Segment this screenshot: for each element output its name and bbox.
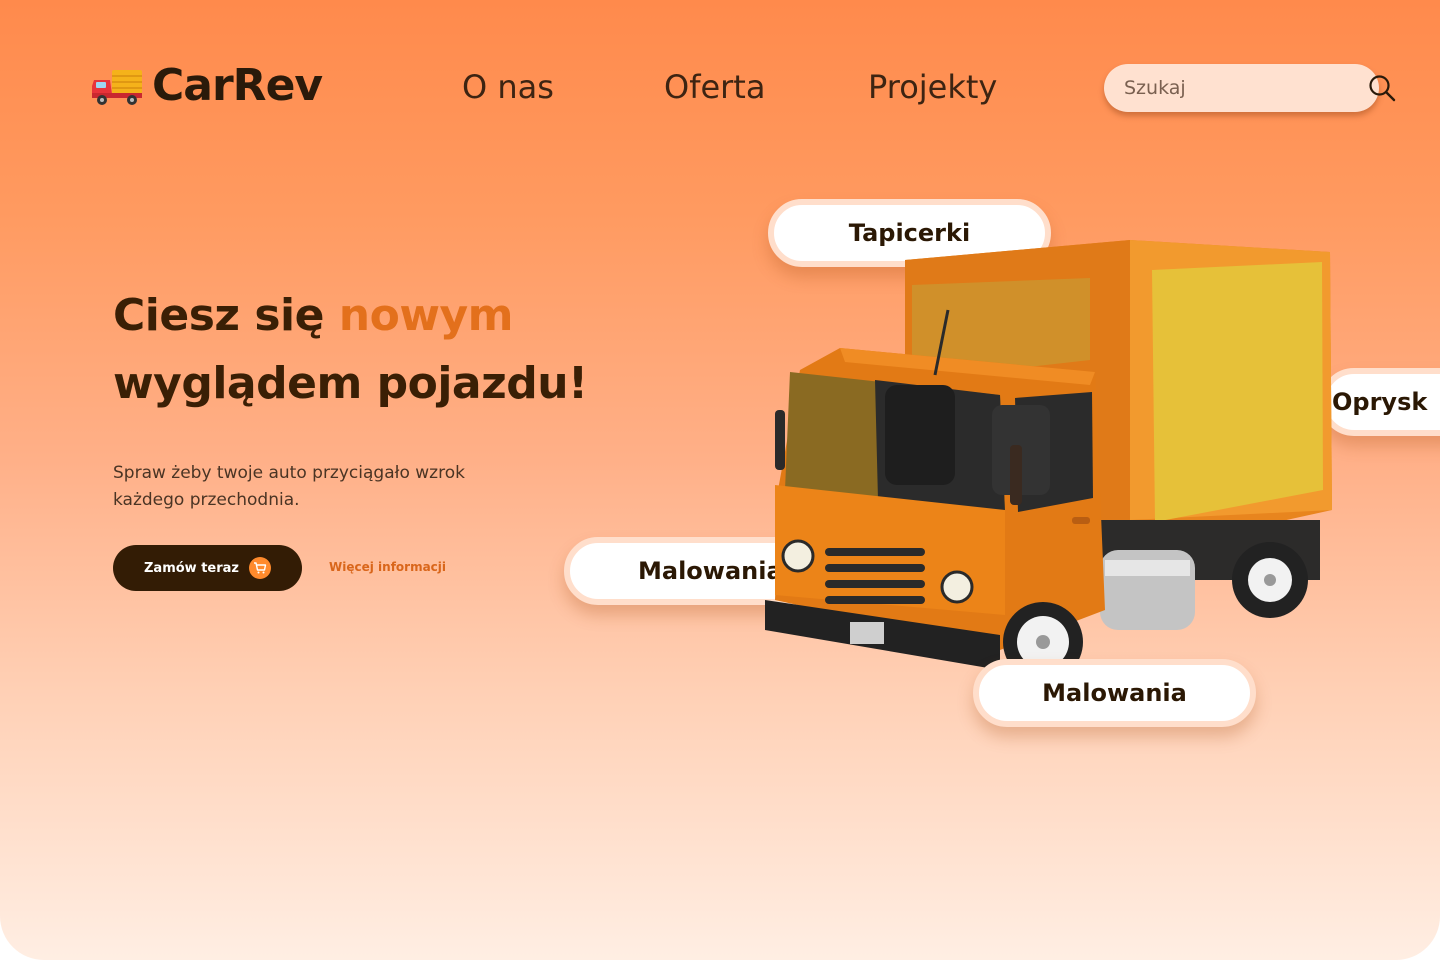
nav-item-oferta[interactable]: Oferta: [664, 68, 765, 106]
order-now-button[interactable]: Zamów teraz: [113, 545, 302, 591]
hero-title: Ciesz się nowym wyglądem pojazdu!: [113, 282, 713, 418]
hero-title-part2: wyglądem pojazdu!: [113, 358, 588, 409]
service-pill-malowania-bottom[interactable]: Malowania: [973, 659, 1256, 727]
cart-icon: [249, 557, 271, 579]
service-label: Malowania: [1042, 679, 1187, 707]
hero-title-part1: Ciesz się: [113, 290, 339, 341]
search-input[interactable]: [1124, 77, 1367, 99]
delivery-truck-icon: [92, 69, 142, 105]
more-info-link[interactable]: Więcej informacji: [329, 560, 446, 574]
landing-page: CarRev O nas Oferta Projekty Ciesz się n…: [0, 0, 1440, 960]
search-icon[interactable]: [1367, 73, 1397, 103]
service-label: Oprysk: [1332, 388, 1428, 416]
nav-item-o-nas[interactable]: O nas: [462, 68, 554, 106]
hero-subtitle: Spraw żeby twoje auto przyciągało wzrok …: [113, 463, 465, 510]
hero-title-accent: nowym: [338, 290, 514, 341]
search-bar: [1104, 64, 1396, 112]
logo[interactable]: CarRev: [90, 60, 323, 111]
order-now-label: Zamów teraz: [144, 560, 239, 576]
truck-illustration: [765, 240, 1332, 682]
logo-text: CarRev: [152, 60, 323, 111]
nav-item-projekty[interactable]: Projekty: [868, 68, 997, 106]
